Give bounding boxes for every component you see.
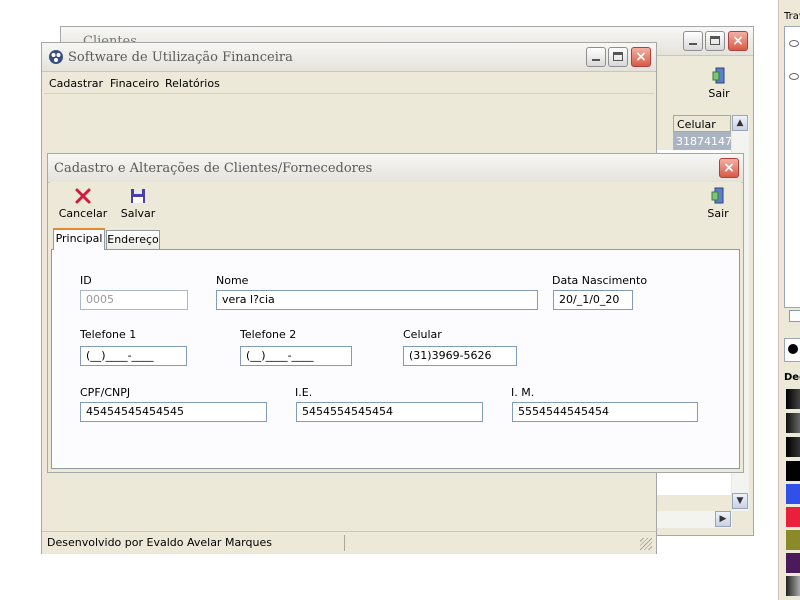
label-telefone2: Telefone 2 [240,328,297,341]
dialog-titlebar[interactable]: Cadastro e Alterações de Clientes/Fornec… [48,154,743,183]
background-minimize-button[interactable] [683,31,703,51]
save-label: Salvar [120,207,156,220]
exit-button[interactable]: Sair [704,187,732,220]
label-cpf-cnpj: CPF/CNPJ [80,386,131,399]
dialog-title: Cadastro e Alterações de Clientes/Fornec… [54,161,373,176]
swatch-black[interactable] [786,461,800,481]
exit-label: Sair [707,207,729,220]
menu-relatorios[interactable]: Relatórios [165,77,220,90]
swatch-olive[interactable] [786,530,800,550]
brush-dot-icon [788,344,798,354]
label-id: ID [80,274,92,287]
swatch-black[interactable] [786,389,800,409]
door-exit-icon [711,187,724,204]
cpf-cnpj-field[interactable]: 45454545454545 [80,402,267,422]
main-close-button[interactable]: × [631,47,651,67]
label-telefone1: Telefone 1 [80,328,137,341]
swatch-red[interactable] [786,507,800,527]
ie-field[interactable]: 5454554545454 [296,402,483,422]
background-maximize-button[interactable] [705,31,725,51]
scroll-right-arrow-icon[interactable]: ▶ [715,511,731,527]
background-column-celular: Celular [677,118,716,131]
id-field: 0005 [80,290,188,310]
swatch-blue[interactable] [786,484,800,504]
dialog-close-button[interactable]: × [719,158,739,178]
menu-cadastrar[interactable]: Cadastrar [49,77,103,90]
resize-grip-icon[interactable] [640,538,652,550]
eye-icon[interactable] [789,73,799,80]
tab-principal-label: Principal [55,232,103,245]
right-panel-label-deg: Deg [784,372,800,383]
eye-icon[interactable] [789,40,799,47]
status-text: Desenvolvido por Evaldo Avelar Marques [47,536,272,549]
door-exit-icon [712,67,725,84]
cancel-label: Cancelar [58,207,108,220]
main-window-title: Software de Utilização Financeira [68,50,293,65]
menu-finaceiro[interactable]: Finaceiro [110,77,159,90]
swatch-gray[interactable] [786,576,800,596]
main-minimize-button[interactable] [586,47,606,67]
app-icon [49,50,63,64]
tab-panel: ID 0005 Nome vera l?cia Data Nascimento … [51,249,740,469]
celular-field[interactable]: (31)3969-5626 [403,346,517,366]
swatch-dark[interactable] [786,413,800,433]
swatch-dark[interactable] [786,437,800,457]
background-close-button[interactable]: × [728,31,748,51]
right-panel-list[interactable] [784,26,800,308]
tab-endereco[interactable]: Endereço [106,230,160,250]
data-nascimento-field[interactable]: 20/_1/0_20 [553,290,633,310]
im-field[interactable]: 5554544545454 [512,402,698,422]
cancel-x-icon [75,188,91,204]
tab-endereco-label: Endereço [107,233,159,246]
save-button[interactable]: Salvar [118,187,158,220]
main-window-titlebar[interactable]: Software de Utilização Financeira × [42,43,656,72]
floppy-disk-icon [131,189,145,203]
background-grid-cell[interactable]: 318741474 [673,132,739,150]
scroll-up-arrow-icon[interactable]: ▲ [732,115,748,131]
status-bar: Desenvolvido por Evaldo Avelar Marques [42,531,656,554]
background-cell-celular: 318741474 [676,135,739,148]
nome-field[interactable]: vera l?cia [216,290,538,310]
dialog-window: Cadastro e Alterações de Clientes/Fornec… [47,153,744,473]
background-grid-header[interactable]: Celular [673,115,731,132]
cancel-button[interactable]: Cancelar [58,187,108,220]
label-nome: Nome [216,274,249,287]
label-data-nascimento: Data Nascimento [552,274,648,287]
label-ie: I.E. [295,386,313,399]
scroll-down-arrow-icon[interactable]: ▼ [732,493,748,509]
telefone2-field[interactable]: (__)____-____ [240,346,352,366]
right-panel-label-top: Trav [784,11,800,22]
background-sair-button[interactable]: Sair [705,67,733,100]
label-celular: Celular [403,328,442,341]
label-im: I. M. [511,386,535,399]
checkbox[interactable] [789,310,800,322]
main-menubar: Cadastrar Finaceiro Relatórios [44,73,654,93]
status-separator [344,535,345,551]
tab-principal[interactable]: Principal [53,228,105,250]
background-sair-label: Sair [708,87,730,100]
swatch-purple[interactable] [786,553,800,573]
main-maximize-button[interactable] [608,47,628,67]
telefone1-field[interactable]: (__)____-____ [80,346,187,366]
